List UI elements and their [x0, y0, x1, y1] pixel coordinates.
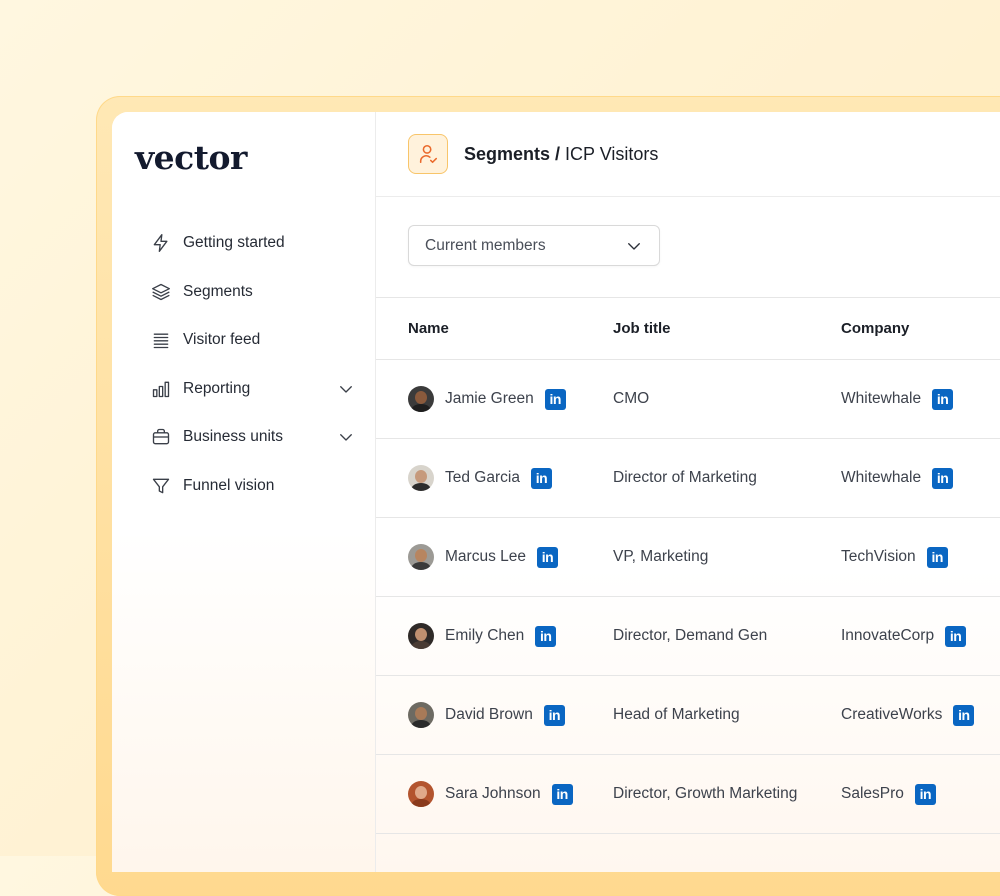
linkedin-icon[interactable]: in	[530, 467, 552, 489]
chevron-down-icon[interactable]	[337, 380, 355, 398]
job-title: Director, Demand Gen	[613, 627, 768, 644]
linkedin-icon[interactable]: in	[914, 783, 936, 805]
job-title: CMO	[613, 390, 650, 407]
sidebar-item-label: Visitor feed	[183, 331, 261, 349]
sidebar-item-reporting[interactable]: Reporting	[140, 365, 355, 414]
sidebar-item-segments[interactable]: Segments	[140, 268, 355, 317]
breadcrumb: Segments / ICP Visitors	[464, 144, 658, 165]
briefcase-icon	[150, 426, 172, 448]
table-row[interactable]: Jamie Green in CMO Whitewhale in	[376, 360, 1000, 439]
job-title: VP, Marketing	[613, 548, 709, 565]
company-name[interactable]: Whitewhale	[841, 390, 921, 408]
funnel-icon	[150, 475, 172, 497]
linkedin-icon[interactable]: in	[535, 625, 557, 647]
members-filter-select[interactable]: Current members	[408, 225, 660, 266]
app-window: vector Getting started Segments Visitor …	[112, 112, 1000, 872]
table-row[interactable]: Ted Garcia in Director of Marketing Whit…	[376, 439, 1000, 518]
company-name[interactable]: TechVision	[841, 548, 916, 566]
user-check-icon	[408, 134, 448, 174]
column-header-name[interactable]: Name	[408, 320, 449, 337]
company-name[interactable]: CreativeWorks	[841, 706, 942, 724]
person-name[interactable]: Sara Johnson	[445, 785, 541, 803]
linkedin-icon[interactable]: in	[926, 546, 948, 568]
lightning-icon	[150, 232, 172, 254]
table-row[interactable]: David Brown in Head of Marketing Creativ…	[376, 676, 1000, 755]
table-row[interactable]: Sara Johnson in Director, Growth Marketi…	[376, 755, 1000, 834]
sidebar-item-visitor-feed[interactable]: Visitor feed	[140, 316, 355, 365]
sidebar-nav: Getting started Segments Visitor feed Re…	[140, 219, 355, 510]
sidebar-item-label: Business units	[183, 428, 283, 446]
job-title: Director of Marketing	[613, 469, 757, 486]
linkedin-icon[interactable]: in	[551, 783, 573, 805]
avatar	[408, 781, 434, 807]
linkedin-icon[interactable]: in	[932, 467, 954, 489]
bar-chart-icon	[150, 378, 172, 400]
job-title: Director, Growth Marketing	[613, 785, 798, 802]
members-table: Name Job title Company Jamie Green in CM…	[376, 297, 1000, 834]
chevron-down-icon[interactable]	[337, 428, 355, 446]
sidebar-item-label: Getting started	[183, 234, 285, 252]
list-icon	[150, 329, 172, 351]
sidebar-item-business-units[interactable]: Business units	[140, 413, 355, 462]
company-name[interactable]: SalesPro	[841, 785, 904, 803]
table-row[interactable]: Marcus Lee in VP, Marketing TechVision i…	[376, 518, 1000, 597]
person-name[interactable]: Marcus Lee	[445, 548, 526, 566]
sidebar-item-label: Segments	[183, 282, 253, 300]
company-name[interactable]: Whitewhale	[841, 469, 921, 487]
linkedin-icon[interactable]: in	[544, 388, 566, 410]
linkedin-icon[interactable]: in	[932, 388, 954, 410]
filter-bar: Current members	[376, 197, 1000, 297]
person-name[interactable]: Emily Chen	[445, 627, 524, 645]
person-name[interactable]: Jamie Green	[445, 390, 534, 408]
avatar	[408, 623, 434, 649]
linkedin-icon[interactable]: in	[945, 625, 967, 647]
avatar	[408, 465, 434, 491]
linkedin-icon[interactable]: in	[953, 704, 975, 726]
linkedin-icon[interactable]: in	[536, 546, 558, 568]
main-content: Segments / ICP Visitors Current members …	[376, 112, 1000, 872]
column-header-company[interactable]: Company	[841, 320, 909, 337]
page-title: ICP Visitors	[565, 144, 659, 164]
column-header-job-title[interactable]: Job title	[613, 320, 671, 337]
breadcrumb-parent[interactable]: Segments /	[464, 144, 560, 164]
chevron-down-icon	[628, 242, 640, 250]
person-name[interactable]: Ted Garcia	[445, 469, 520, 487]
avatar	[408, 544, 434, 570]
sidebar-item-label: Reporting	[183, 379, 251, 397]
person-name[interactable]: David Brown	[445, 706, 533, 724]
sidebar-item-funnel-vision[interactable]: Funnel vision	[140, 462, 355, 511]
select-value: Current members	[425, 236, 546, 254]
linkedin-icon[interactable]: in	[543, 704, 565, 726]
table-header: Name Job title Company	[376, 298, 1000, 360]
avatar	[408, 386, 434, 412]
sidebar: vector Getting started Segments Visitor …	[112, 112, 376, 872]
sidebar-item-label: Funnel vision	[183, 476, 275, 494]
app-logo: vector	[135, 138, 247, 177]
job-title: Head of Marketing	[613, 706, 740, 723]
company-name[interactable]: InnovateCorp	[841, 627, 934, 645]
table-row[interactable]: Emily Chen in Director, Demand Gen Innov…	[376, 597, 1000, 676]
sidebar-item-getting-started[interactable]: Getting started	[140, 219, 355, 268]
avatar	[408, 702, 434, 728]
page-header: Segments / ICP Visitors	[376, 112, 1000, 197]
layers-icon	[150, 281, 172, 303]
